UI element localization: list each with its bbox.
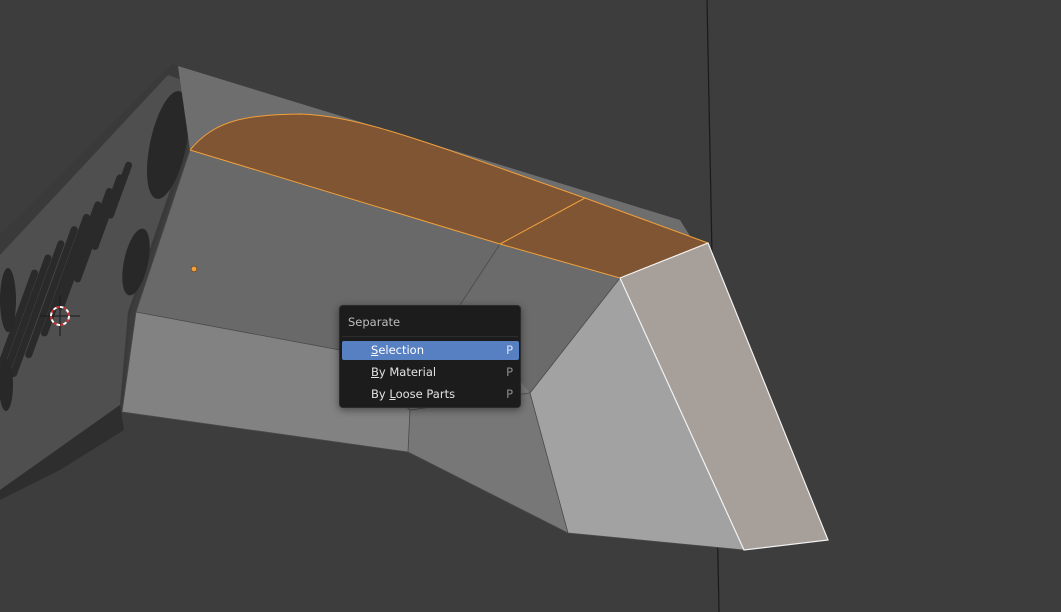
menu-item-selection[interactable]: Selection P: [342, 341, 519, 360]
menu-item-shortcut: P: [506, 343, 513, 357]
menu-item-shortcut: P: [506, 365, 513, 379]
menu-item-by-material[interactable]: By Material P: [342, 363, 519, 382]
menu-item-label: By Loose Parts: [371, 387, 456, 401]
object-origin-dot: [190, 265, 198, 273]
menu-item-by-loose-parts[interactable]: By Loose Parts P: [342, 385, 519, 404]
menu-item-label: Selection: [371, 343, 425, 357]
separate-menu: Separate Selection P By Material P By Lo…: [339, 305, 521, 408]
menu-divider: [342, 336, 518, 337]
menu-title: Separate: [348, 315, 401, 329]
menu-item-label: By Material: [371, 365, 437, 379]
menu-item-shortcut: P: [506, 387, 513, 401]
3d-viewport[interactable]: [0, 0, 1061, 612]
